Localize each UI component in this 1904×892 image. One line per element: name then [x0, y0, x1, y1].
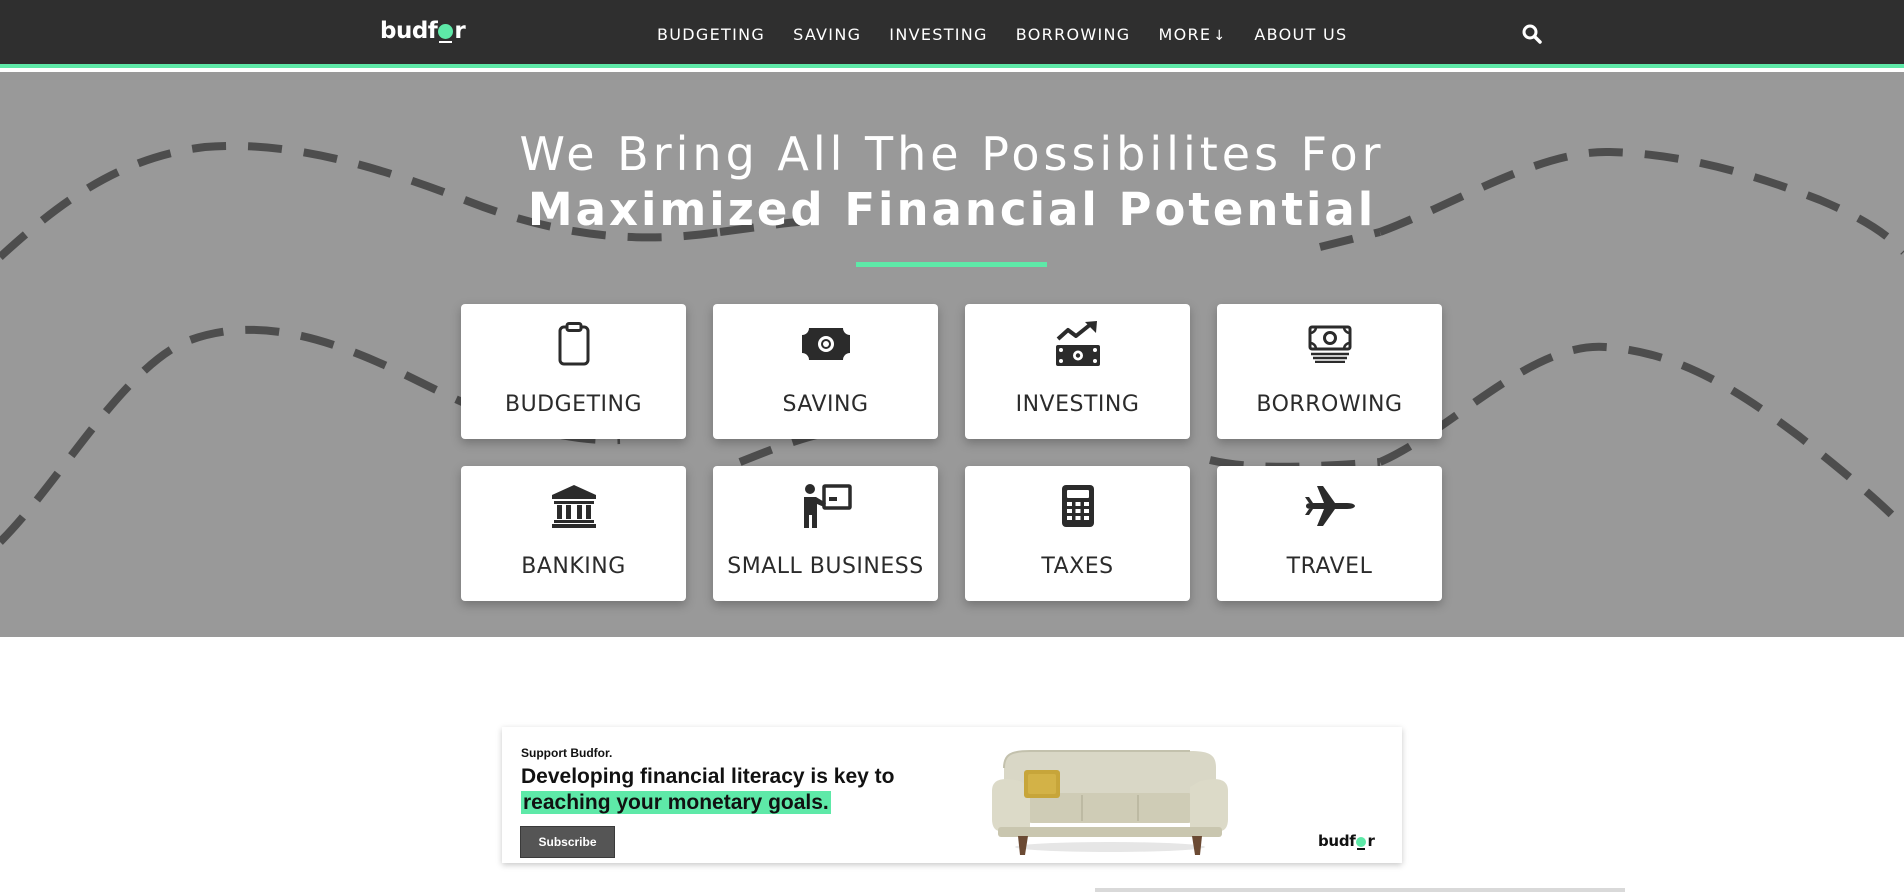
partial-element-edge	[1095, 888, 1625, 892]
hero-underline-accent	[856, 262, 1047, 267]
nav-link-borrowing[interactable]: BORROWING	[1016, 25, 1131, 44]
sofa-image	[992, 750, 1228, 855]
category-label: INVESTING	[1015, 392, 1140, 417]
logo-dot-icon	[438, 24, 454, 43]
category-card-travel[interactable]: TRAVEL	[1217, 466, 1442, 601]
category-card-budgeting[interactable]: BUDGETING	[461, 304, 686, 439]
ad-kicker-text: Support Budfor.	[521, 746, 613, 760]
search-icon[interactable]	[1522, 24, 1542, 44]
nav-link-saving[interactable]: SAVING	[793, 25, 861, 44]
nav-more-label: MORE	[1158, 24, 1212, 44]
money-growth-icon	[965, 320, 1190, 368]
calculator-icon	[965, 482, 1190, 530]
category-card-taxes[interactable]: TAXES	[965, 466, 1190, 601]
category-card-saving[interactable]: SAVING	[713, 304, 938, 439]
category-label: BUDGETING	[504, 392, 642, 417]
category-label: SMALL BUSINESS	[727, 554, 924, 579]
category-label: SAVING	[782, 392, 869, 417]
airplane-icon	[1217, 482, 1442, 530]
top-navigation-bar: budf r BUDGETING SAVING INVESTING BORROWI…	[0, 0, 1904, 68]
subscribe-ad-banner[interactable]: Support Budfor. Developing financial lit…	[502, 727, 1402, 863]
nav-link-investing[interactable]: INVESTING	[889, 25, 987, 44]
ad-headline-plain: Developing financial literacy is key to	[521, 765, 895, 788]
category-label: TAXES	[1041, 554, 1114, 579]
clipboard-icon	[461, 320, 686, 368]
logo-dot-icon	[1356, 837, 1367, 850]
logo-text-start: budf	[380, 18, 438, 44]
category-label: BORROWING	[1256, 392, 1403, 417]
category-label: BANKING	[521, 554, 626, 579]
nav-link-about-us[interactable]: ABOUT US	[1254, 25, 1347, 44]
bank-building-icon	[461, 482, 686, 530]
money-stack-icon	[1217, 320, 1442, 368]
hero-heading: We Bring All The Possibilites For Maximi…	[0, 126, 1904, 238]
presenter-board-icon	[713, 482, 938, 530]
ad-budfor-logo: budf r	[1318, 832, 1375, 850]
ad-headline: Developing financial literacy is key to …	[521, 764, 921, 816]
budfor-logo[interactable]: budf r	[380, 18, 466, 44]
category-grid: BUDGETING SAVING INVESTING BORROWING BAN…	[461, 304, 1443, 601]
ad-headline-highlight: reaching your monetary goals.	[521, 791, 831, 814]
logo-text-end: r	[454, 18, 466, 44]
main-menu: BUDGETING SAVING INVESTING BORROWING MOR…	[657, 0, 1347, 68]
arrow-down-icon: ↓	[1213, 27, 1227, 44]
hero-heading-line2: Maximized Financial Potential	[527, 183, 1377, 236]
category-card-small-business[interactable]: SMALL BUSINESS	[713, 466, 938, 601]
nav-link-budgeting[interactable]: BUDGETING	[657, 25, 765, 44]
subscribe-button[interactable]: Subscribe	[520, 826, 615, 858]
hero-heading-line1: We Bring All The Possibilites For	[519, 127, 1385, 181]
cash-bill-icon	[713, 320, 938, 368]
category-card-borrowing[interactable]: BORROWING	[1217, 304, 1442, 439]
category-card-investing[interactable]: INVESTING	[965, 304, 1190, 439]
hero-section: We Bring All The Possibilites For Maximi…	[0, 72, 1904, 637]
ad-logo-text-end: r	[1367, 832, 1375, 850]
category-label: TRAVEL	[1286, 554, 1373, 579]
category-card-banking[interactable]: BANKING	[461, 466, 686, 601]
nav-link-more[interactable]: MORE ↓	[1159, 25, 1227, 44]
ad-logo-text-start: budf	[1318, 832, 1356, 850]
